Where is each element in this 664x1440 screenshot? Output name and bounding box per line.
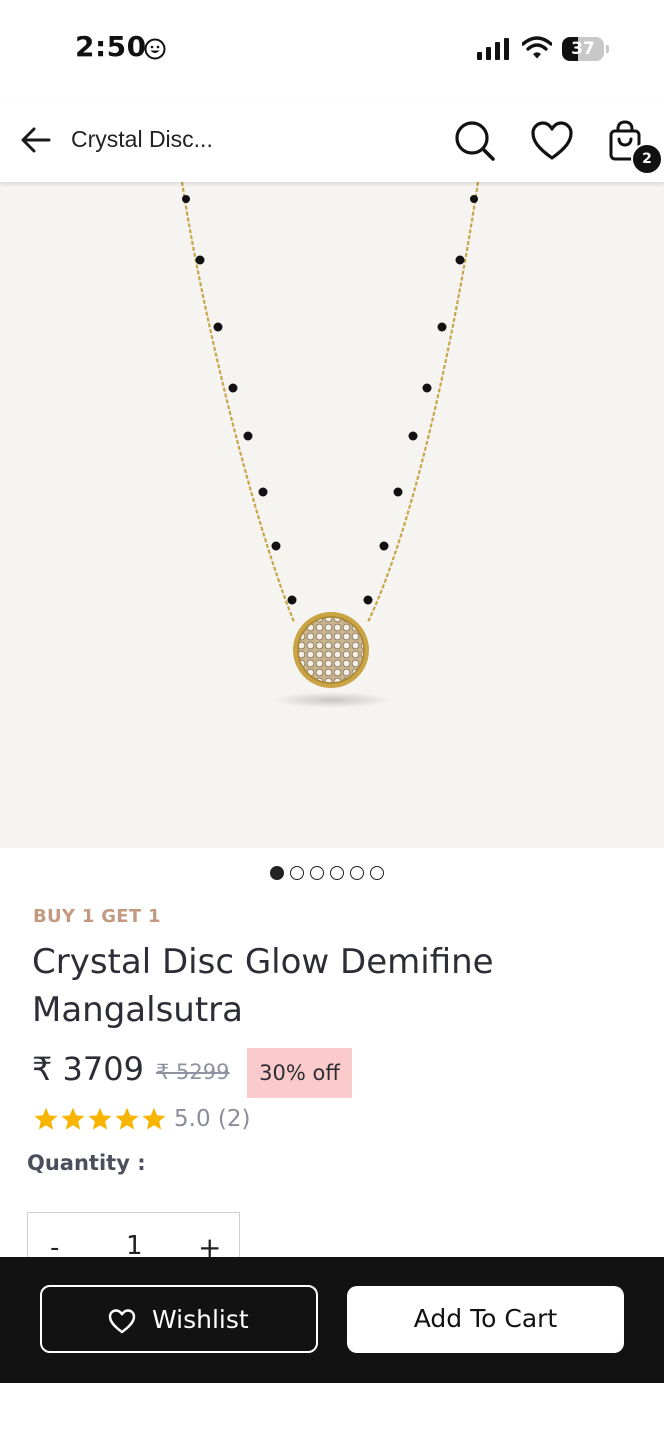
add-to-cart-button[interactable]: Add To Cart <box>347 1286 624 1353</box>
original-price: ₹ 5299 <box>156 1060 230 1084</box>
carousel-dot[interactable] <box>310 866 324 880</box>
wishlist-heart-icon[interactable] <box>530 120 574 162</box>
smiley-icon <box>144 38 166 60</box>
back-arrow-icon[interactable] <box>18 122 54 158</box>
quantity-label: Quantity : <box>27 1151 146 1175</box>
offer-tag: BUY 1 GET 1 <box>33 906 161 927</box>
carousel-dot[interactable] <box>270 866 284 880</box>
bottom-spacer <box>0 1383 664 1440</box>
signal-icon <box>477 38 509 60</box>
status-bar: 2:50 37 <box>0 0 664 98</box>
page-title: Crystal Disc... <box>71 126 213 152</box>
carousel-dot[interactable] <box>290 866 304 880</box>
rating-stars <box>33 1106 167 1132</box>
battery-indicator: 37 <box>562 37 610 61</box>
discount-badge: 30% off <box>247 1048 352 1098</box>
product-title: Crystal Disc Glow Demifine Mangalsutra <box>32 942 494 1030</box>
necklace-illustration <box>180 182 480 708</box>
rating-text[interactable]: 5.0 (2) <box>174 1106 250 1132</box>
battery-level: 37 <box>571 39 595 59</box>
star-icon <box>61 1107 85 1130</box>
app-header: Crystal Disc... <box>0 100 664 182</box>
search-icon[interactable] <box>454 120 496 162</box>
bottom-action-bar: Wishlist Add To Cart <box>0 1257 664 1383</box>
heart-icon <box>108 1309 136 1334</box>
status-time: 2:50 <box>75 30 147 63</box>
carousel-indicator <box>270 866 384 884</box>
add-to-cart-label: Add To Cart <box>413 1304 558 1333</box>
cart-count-badge: 2 <box>631 143 663 175</box>
star-icon <box>142 1107 166 1130</box>
star-icon <box>115 1107 139 1130</box>
product-image[interactable] <box>0 182 664 848</box>
star-icon <box>34 1107 58 1130</box>
wishlist-label: Wishlist <box>152 1305 249 1334</box>
carousel-dot[interactable] <box>370 866 384 880</box>
wifi-icon <box>522 36 552 59</box>
carousel-dot[interactable] <box>330 866 344 880</box>
price: ₹ 3709 <box>32 1050 144 1088</box>
star-icon <box>88 1107 112 1130</box>
carousel-dot[interactable] <box>350 866 364 880</box>
wishlist-button[interactable]: Wishlist <box>40 1285 318 1353</box>
